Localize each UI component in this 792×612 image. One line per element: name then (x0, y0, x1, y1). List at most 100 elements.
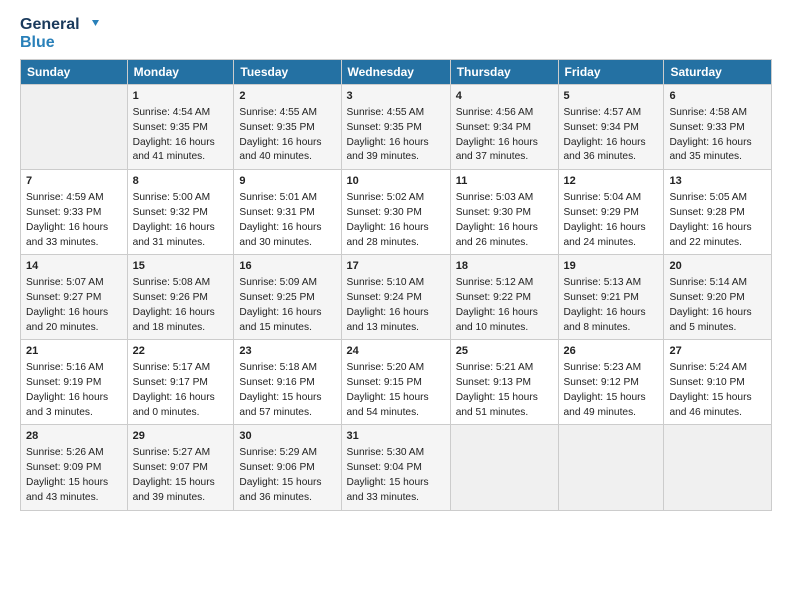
cell-text: Daylight: 16 hours (26, 221, 122, 236)
cell-text: and 30 minutes. (239, 236, 335, 251)
day-number: 7 (26, 174, 122, 190)
day-header-thursday: Thursday (450, 60, 558, 85)
cell-text: Daylight: 16 hours (133, 136, 229, 151)
logo: General Blue (20, 16, 99, 51)
cell-text: Daylight: 16 hours (456, 306, 553, 321)
cell-text: Sunset: 9:09 PM (26, 461, 122, 476)
calendar-cell: 8Sunrise: 5:00 AMSunset: 9:32 PMDaylight… (127, 170, 234, 255)
cell-text: Sunrise: 4:58 AM (669, 106, 766, 121)
calendar-cell: 2Sunrise: 4:55 AMSunset: 9:35 PMDaylight… (234, 85, 341, 170)
cell-text: Sunrise: 5:27 AM (133, 446, 229, 461)
calendar-cell: 30Sunrise: 5:29 AMSunset: 9:06 PMDayligh… (234, 425, 341, 510)
week-row-4: 21Sunrise: 5:16 AMSunset: 9:19 PMDayligh… (21, 340, 772, 425)
calendar-cell: 10Sunrise: 5:02 AMSunset: 9:30 PMDayligh… (341, 170, 450, 255)
logo-general: General (20, 16, 99, 34)
calendar-cell: 23Sunrise: 5:18 AMSunset: 9:16 PMDayligh… (234, 340, 341, 425)
cell-text: Daylight: 15 hours (239, 476, 335, 491)
cell-text: and 36 minutes. (239, 491, 335, 506)
cell-text: Daylight: 16 hours (133, 391, 229, 406)
cell-text: Sunrise: 5:09 AM (239, 276, 335, 291)
cell-text: Sunrise: 5:04 AM (564, 191, 659, 206)
cell-text: and 8 minutes. (564, 321, 659, 336)
cell-text: Sunrise: 5:26 AM (26, 446, 122, 461)
cell-text: Sunset: 9:06 PM (239, 461, 335, 476)
cell-text: Sunset: 9:26 PM (133, 291, 229, 306)
cell-text: Sunrise: 5:18 AM (239, 361, 335, 376)
day-header-saturday: Saturday (664, 60, 772, 85)
cell-text: and 41 minutes. (133, 150, 229, 165)
cell-text: and 15 minutes. (239, 321, 335, 336)
calendar-cell: 1Sunrise: 4:54 AMSunset: 9:35 PMDaylight… (127, 85, 234, 170)
calendar-cell: 31Sunrise: 5:30 AMSunset: 9:04 PMDayligh… (341, 425, 450, 510)
day-number: 16 (239, 259, 335, 275)
cell-text: Sunset: 9:27 PM (26, 291, 122, 306)
cell-text: Sunset: 9:12 PM (564, 376, 659, 391)
cell-text: Sunrise: 5:05 AM (669, 191, 766, 206)
cell-text: Sunset: 9:19 PM (26, 376, 122, 391)
cell-text: Sunrise: 5:12 AM (456, 276, 553, 291)
cell-text: Daylight: 16 hours (669, 306, 766, 321)
day-number: 25 (456, 344, 553, 360)
calendar-cell (664, 425, 772, 510)
calendar-cell: 26Sunrise: 5:23 AMSunset: 9:12 PMDayligh… (558, 340, 664, 425)
cell-text: Sunset: 9:24 PM (347, 291, 445, 306)
page-header: General Blue (20, 16, 772, 51)
day-number: 15 (133, 259, 229, 275)
day-header-monday: Monday (127, 60, 234, 85)
page-container: General Blue SundayMondayTuesdayWednesda… (0, 0, 792, 521)
cell-text: Sunset: 9:04 PM (347, 461, 445, 476)
day-number: 27 (669, 344, 766, 360)
calendar-cell: 5Sunrise: 4:57 AMSunset: 9:34 PMDaylight… (558, 85, 664, 170)
cell-text: Sunset: 9:32 PM (133, 206, 229, 221)
calendar-cell: 3Sunrise: 4:55 AMSunset: 9:35 PMDaylight… (341, 85, 450, 170)
cell-text: and 39 minutes. (347, 150, 445, 165)
header-row: SundayMondayTuesdayWednesdayThursdayFrid… (21, 60, 772, 85)
cell-text: Sunset: 9:33 PM (669, 121, 766, 136)
cell-text: and 43 minutes. (26, 491, 122, 506)
cell-text: Sunrise: 5:20 AM (347, 361, 445, 376)
cell-text: Sunrise: 5:08 AM (133, 276, 229, 291)
calendar-cell: 28Sunrise: 5:26 AMSunset: 9:09 PMDayligh… (21, 425, 128, 510)
cell-text: and 46 minutes. (669, 406, 766, 421)
cell-text: Daylight: 16 hours (456, 136, 553, 151)
cell-text: Sunrise: 5:23 AM (564, 361, 659, 376)
calendar-cell: 13Sunrise: 5:05 AMSunset: 9:28 PMDayligh… (664, 170, 772, 255)
day-number: 13 (669, 174, 766, 190)
cell-text: Daylight: 16 hours (133, 306, 229, 321)
day-number: 18 (456, 259, 553, 275)
day-number: 6 (669, 89, 766, 105)
cell-text: Sunset: 9:25 PM (239, 291, 335, 306)
day-number: 22 (133, 344, 229, 360)
week-row-2: 7Sunrise: 4:59 AMSunset: 9:33 PMDaylight… (21, 170, 772, 255)
day-number: 1 (133, 89, 229, 105)
cell-text: Sunrise: 5:10 AM (347, 276, 445, 291)
cell-text: and 22 minutes. (669, 236, 766, 251)
cell-text: Sunset: 9:15 PM (347, 376, 445, 391)
cell-text: Daylight: 15 hours (133, 476, 229, 491)
cell-text: Sunset: 9:17 PM (133, 376, 229, 391)
cell-text: and 10 minutes. (456, 321, 553, 336)
cell-text: and 0 minutes. (133, 406, 229, 421)
day-number: 31 (347, 429, 445, 445)
cell-text: Sunrise: 5:07 AM (26, 276, 122, 291)
cell-text: and 13 minutes. (347, 321, 445, 336)
cell-text: Daylight: 16 hours (133, 221, 229, 236)
cell-text: Daylight: 15 hours (347, 391, 445, 406)
cell-text: and 5 minutes. (669, 321, 766, 336)
cell-text: Sunrise: 4:56 AM (456, 106, 553, 121)
cell-text: Daylight: 16 hours (669, 221, 766, 236)
cell-text: and 24 minutes. (564, 236, 659, 251)
day-number: 28 (26, 429, 122, 445)
cell-text: Daylight: 15 hours (239, 391, 335, 406)
calendar-cell: 7Sunrise: 4:59 AMSunset: 9:33 PMDaylight… (21, 170, 128, 255)
day-number: 20 (669, 259, 766, 275)
cell-text: Daylight: 15 hours (456, 391, 553, 406)
cell-text: Sunrise: 5:16 AM (26, 361, 122, 376)
cell-text: Sunrise: 5:21 AM (456, 361, 553, 376)
cell-text: Daylight: 16 hours (456, 221, 553, 236)
day-number: 5 (564, 89, 659, 105)
calendar-cell: 17Sunrise: 5:10 AMSunset: 9:24 PMDayligh… (341, 255, 450, 340)
day-number: 3 (347, 89, 445, 105)
cell-text: Daylight: 16 hours (347, 136, 445, 151)
day-number: 29 (133, 429, 229, 445)
